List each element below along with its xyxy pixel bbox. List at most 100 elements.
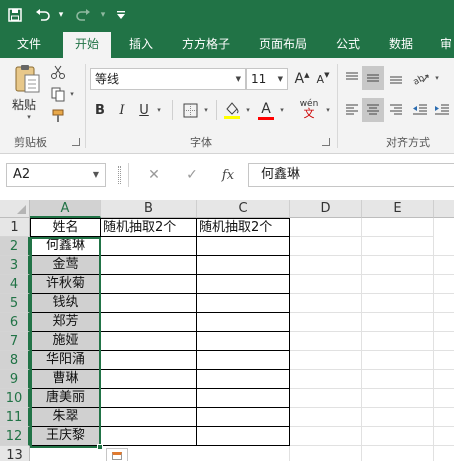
tab-formulas[interactable]: 公式: [336, 31, 360, 58]
font-color-button[interactable]: A: [256, 98, 276, 122]
cell[interactable]: [197, 256, 290, 275]
increase-indent-icon[interactable]: [432, 98, 452, 122]
row-header[interactable]: 7: [0, 332, 30, 351]
cell[interactable]: [101, 408, 197, 427]
insert-function-icon[interactable]: fx: [214, 163, 242, 187]
cell-a3[interactable]: 金莺: [30, 256, 101, 275]
tab-page-layout[interactable]: 页面布局: [259, 31, 307, 58]
tab-home[interactable]: 开始: [63, 32, 111, 58]
underline-button[interactable]: U: [136, 100, 152, 120]
cell[interactable]: [101, 389, 197, 408]
name-box[interactable]: A2 ▼: [6, 163, 106, 187]
cell[interactable]: [101, 237, 197, 256]
tab-data[interactable]: 数据: [389, 31, 413, 58]
cell[interactable]: [101, 256, 197, 275]
row-header[interactable]: 4: [0, 275, 30, 294]
empty-cells-region[interactable]: [290, 237, 454, 461]
customize-qat-icon[interactable]: [110, 4, 132, 26]
cell[interactable]: [197, 313, 290, 332]
cell-b1[interactable]: 随机抽取2个: [101, 218, 197, 237]
formula-input[interactable]: 何鑫琳: [248, 163, 454, 187]
column-header-e[interactable]: E: [362, 200, 434, 218]
cell-a7[interactable]: 施娅: [30, 332, 101, 351]
grow-font-button[interactable]: A ▲: [292, 68, 312, 90]
column-header-f[interactable]: [434, 200, 454, 218]
cell-a12[interactable]: 王庆黎: [30, 427, 101, 446]
italic-button[interactable]: I: [114, 100, 130, 120]
cell[interactable]: [362, 218, 434, 237]
save-icon[interactable]: [4, 4, 26, 26]
phonetic-dropdown-icon[interactable]: ▾: [323, 104, 333, 116]
undo-dropdown-icon[interactable]: ▾: [50, 4, 72, 26]
bold-button[interactable]: B: [92, 100, 108, 120]
decrease-indent-icon[interactable]: [410, 98, 430, 122]
fill-color-icon[interactable]: [222, 98, 242, 122]
shrink-font-button[interactable]: A ▼: [313, 68, 333, 90]
cell-a8[interactable]: 华阳涌: [30, 351, 101, 370]
row-header[interactable]: 12: [0, 427, 30, 446]
cell[interactable]: [197, 408, 290, 427]
column-header-a[interactable]: A: [30, 200, 101, 218]
redo-icon[interactable]: [72, 4, 94, 26]
cell[interactable]: [197, 389, 290, 408]
align-center-icon[interactable]: [362, 98, 384, 122]
cancel-icon[interactable]: ✕: [140, 163, 168, 187]
align-top-icon[interactable]: [342, 66, 362, 90]
align-middle-icon[interactable]: [362, 66, 384, 90]
font-size-select[interactable]: 11 ▼: [246, 68, 288, 90]
row-header[interactable]: 1: [0, 218, 30, 237]
cell-a2[interactable]: 何鑫琳: [30, 237, 101, 256]
format-painter-icon[interactable]: [48, 106, 68, 126]
column-header-b[interactable]: B: [101, 200, 197, 218]
cell[interactable]: [197, 332, 290, 351]
column-header-c[interactable]: C: [197, 200, 290, 218]
cell-a6[interactable]: 郑芳: [30, 313, 101, 332]
fill-color-dropdown-icon[interactable]: ▾: [243, 104, 253, 116]
cell-a1[interactable]: 姓名: [30, 218, 101, 237]
enter-icon[interactable]: ✓: [178, 163, 206, 187]
font-name-select[interactable]: 等线 ▼: [90, 68, 246, 90]
cell-a9[interactable]: 曹琳: [30, 370, 101, 389]
cut-icon[interactable]: [48, 62, 68, 82]
row-header[interactable]: 6: [0, 313, 30, 332]
orientation-icon[interactable]: ab: [410, 66, 432, 90]
row-header[interactable]: 10: [0, 389, 30, 408]
row-13-cells[interactable]: [30, 446, 290, 461]
orientation-dropdown-icon[interactable]: ▾: [432, 72, 442, 84]
tab-review[interactable]: 审: [440, 31, 452, 58]
cell-a11[interactable]: 朱翠: [30, 408, 101, 427]
cell-a5[interactable]: 钱纨: [30, 294, 101, 313]
cell[interactable]: [101, 313, 197, 332]
row-header[interactable]: 13: [0, 446, 30, 461]
paste-button-label[interactable]: 粘贴: [12, 96, 36, 112]
paste-dropdown-icon[interactable]: ▾: [22, 112, 36, 122]
cell[interactable]: [197, 351, 290, 370]
tab-fangfange[interactable]: 方方格子: [182, 31, 230, 58]
cell[interactable]: [101, 332, 197, 351]
align-left-icon[interactable]: [342, 98, 362, 122]
cell-a10[interactable]: 唐美丽: [30, 389, 101, 408]
cell[interactable]: [101, 427, 197, 446]
cell[interactable]: [197, 237, 290, 256]
quick-analysis-icon[interactable]: [106, 448, 128, 461]
cell[interactable]: [101, 370, 197, 389]
row-header[interactable]: 3: [0, 256, 30, 275]
row-header[interactable]: 11: [0, 408, 30, 427]
select-all-corner[interactable]: [0, 200, 30, 218]
cell[interactable]: [290, 218, 362, 237]
row-header[interactable]: 2: [0, 237, 30, 256]
paste-icon[interactable]: [10, 62, 46, 96]
cell[interactable]: [197, 275, 290, 294]
cell-c1[interactable]: 随机抽取2个: [197, 218, 290, 237]
copy-icon[interactable]: [48, 84, 68, 104]
borders-icon[interactable]: [180, 100, 200, 120]
tab-file[interactable]: 文件: [17, 31, 41, 58]
cell[interactable]: [197, 294, 290, 313]
row-header[interactable]: 5: [0, 294, 30, 313]
cell[interactable]: [197, 427, 290, 446]
align-right-icon[interactable]: [386, 98, 406, 122]
underline-dropdown-icon[interactable]: ▾: [154, 104, 164, 116]
copy-dropdown-icon[interactable]: ▾: [68, 88, 76, 100]
column-header-d[interactable]: D: [290, 200, 362, 218]
phonetic-button[interactable]: wén 文: [296, 96, 322, 122]
